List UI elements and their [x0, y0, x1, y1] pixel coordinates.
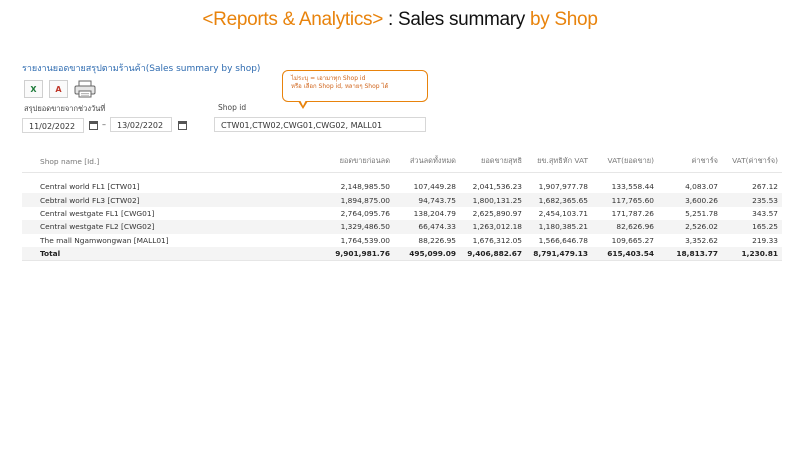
date-to-input[interactable]: 13/02/2202 — [110, 117, 172, 132]
column-header-net-ex-vat[interactable]: ยข.สุทธิหัก VAT — [526, 150, 592, 173]
export-toolbar: X A — [24, 80, 96, 98]
vat-sales-cell: 133,558.44 — [611, 182, 654, 192]
total-vat-charge-cell: 1,230.81 — [722, 246, 782, 262]
vat-charge-cell: 219.33 — [752, 235, 778, 245]
discount-cell: 107,449.28 — [413, 182, 456, 192]
table-row[interactable]: Central westgate FL1 [CWG01] 2,764,095.7… — [22, 207, 782, 220]
table-row[interactable]: Central westgate FL2 [CWG02] 1,329,486.5… — [22, 220, 782, 234]
excel-icon[interactable]: X — [24, 80, 43, 98]
charge-cell: 2,526.02 — [658, 220, 722, 234]
vat-sales-cell: 117,765.60 — [592, 193, 658, 207]
vat-charge-cell: 235.53 — [722, 193, 782, 207]
column-header-discount[interactable]: ส่วนลดทั้งหมด — [394, 150, 460, 173]
gross-sales-cell: 1,894,875.00 — [310, 193, 394, 207]
net-sales-cell: 1,263,012.18 — [460, 220, 526, 234]
charge-cell: 3,600.26 — [658, 193, 722, 207]
column-header-vat-sales[interactable]: VAT(ยอดขาย) — [592, 150, 658, 173]
table-spacer — [22, 173, 782, 181]
calendar-icon[interactable] — [178, 121, 187, 130]
shop-id-callout: ไม่ระบุ = เอามาทุก Shop id หรือ เลือก Sh… — [282, 70, 428, 102]
callout-line-1: ไม่ระบุ = เอามาทุก Shop id — [291, 75, 366, 82]
shop-name-cell: The mall Ngamwongwan [MALL01] — [40, 235, 169, 245]
callout-line-2: หรือ เลือก Shop id, หลายๆ Shop ได้ — [291, 83, 389, 90]
shop-name-cell: Cebtral world FL3 [CTW02] — [22, 193, 310, 207]
charge-cell: 5,251.78 — [685, 208, 718, 218]
column-header-gross-sales[interactable]: ยอดขายก่อนลด — [310, 150, 394, 173]
report-heading: รายงานยอดขายสรุปตามร้านค้า(Sales summary… — [22, 64, 261, 74]
title-part-summary: : Sales summary — [383, 9, 530, 30]
column-header-vat-charge[interactable]: VAT(ค่าชาร์จ) — [722, 150, 782, 173]
gross-sales-cell: 1,764,539.00 — [340, 235, 390, 245]
table-row[interactable]: Cebtral world FL3 [CTW02] 1,894,875.00 9… — [22, 193, 782, 207]
total-charge-cell: 18,813.77 — [658, 246, 722, 262]
shop-name-cell: Central westgate FL2 [CWG02] — [22, 220, 310, 234]
net-sales-cell: 1,676,312.05 — [472, 235, 522, 245]
charge-cell: 3,352.62 — [685, 235, 718, 245]
column-header-charge[interactable]: ค่าชาร์จ — [658, 150, 722, 173]
total-vat-sales-cell: 615,403.54 — [592, 246, 658, 262]
spacer-cell — [22, 173, 782, 181]
printer-icon[interactable] — [74, 80, 96, 98]
charge-cell: 4,083.07 — [685, 182, 718, 192]
column-header-shop-name[interactable]: Shop name [Id.] — [22, 150, 310, 173]
net-ex-vat-cell: 1,566,646.78 — [538, 235, 588, 245]
shop-name-cell: Central westgate FL1 [CWG01] — [40, 208, 155, 218]
column-header-net-sales[interactable]: ยอดขายสุทธิ — [460, 150, 526, 173]
gross-sales-cell: 2,764,095.76 — [340, 208, 390, 218]
total-label-cell: Total — [22, 246, 310, 262]
net-ex-vat-cell: 1,180,385.21 — [526, 220, 592, 234]
title-part-reports: <Reports & Analytics> — [202, 9, 384, 30]
title-part-byshop: by Shop — [529, 9, 598, 30]
vat-sales-cell: 82,626.96 — [592, 220, 658, 234]
net-sales-cell: 2,041,536.23 — [472, 182, 522, 192]
calendar-icon[interactable] — [89, 121, 98, 130]
shop-name-cell: Central world FL1 [CTW01] — [40, 182, 140, 192]
date-range-label: สรุปยอดขายจากช่วงวันที่ — [24, 104, 106, 113]
gross-sales-cell: 1,329,486.50 — [310, 220, 394, 234]
net-ex-vat-cell: 2,454,103.71 — [538, 208, 588, 218]
vat-sales-cell: 109,665.27 — [611, 235, 654, 245]
total-net-sales-cell: 9,406,882.67 — [460, 246, 526, 262]
callout-tail-inner — [299, 100, 306, 106]
discount-cell: 66,474.33 — [394, 220, 460, 234]
discount-cell: 138,204.79 — [413, 208, 456, 218]
date-from-input[interactable]: 11/02/2022 — [22, 118, 84, 133]
table-row[interactable]: Central world FL1 [CTW01] 2,148,985.50 1… — [22, 180, 782, 193]
net-ex-vat-cell: 1,907,977.78 — [538, 182, 588, 192]
table-total-row: Total 9,901,981.76 495,099.09 9,406,882.… — [22, 246, 782, 262]
vat-charge-cell: 343.57 — [752, 208, 778, 218]
total-gross-sales-cell: 9,901,981.76 — [310, 246, 394, 262]
table-row[interactable]: The mall Ngamwongwan [MALL01] 1,764,539.… — [22, 234, 782, 247]
vat-charge-cell: 267.12 — [752, 182, 778, 192]
total-discount-cell: 495,099.09 — [394, 246, 460, 262]
discount-cell: 88,226.95 — [418, 235, 456, 245]
page-title: <Reports & Analytics> : Sales summary by… — [0, 9, 800, 31]
total-net-ex-vat-cell: 8,791,479.13 — [526, 246, 592, 262]
vat-charge-cell: 165.25 — [722, 220, 782, 234]
gross-sales-cell: 2,148,985.50 — [340, 182, 390, 192]
date-separator: – — [102, 120, 106, 129]
vat-sales-cell: 171,787.26 — [611, 208, 654, 218]
net-sales-cell: 1,800,131.25 — [460, 193, 526, 207]
shop-id-label: Shop id — [218, 103, 247, 112]
pdf-icon[interactable]: A — [49, 80, 68, 98]
shop-id-input[interactable]: CTW01,CTW02,CWG01,CWG02, MALL01 — [214, 117, 426, 132]
net-sales-cell: 2,625,890.97 — [472, 208, 522, 218]
table-header-row: Shop name [Id.] ยอดขายก่อนลด ส่วนลดทั้งห… — [22, 150, 782, 173]
sales-summary-table: Shop name [Id.] ยอดขายก่อนลด ส่วนลดทั้งห… — [22, 150, 782, 262]
net-ex-vat-cell: 1,682,365.65 — [526, 193, 592, 207]
discount-cell: 94,743.75 — [394, 193, 460, 207]
